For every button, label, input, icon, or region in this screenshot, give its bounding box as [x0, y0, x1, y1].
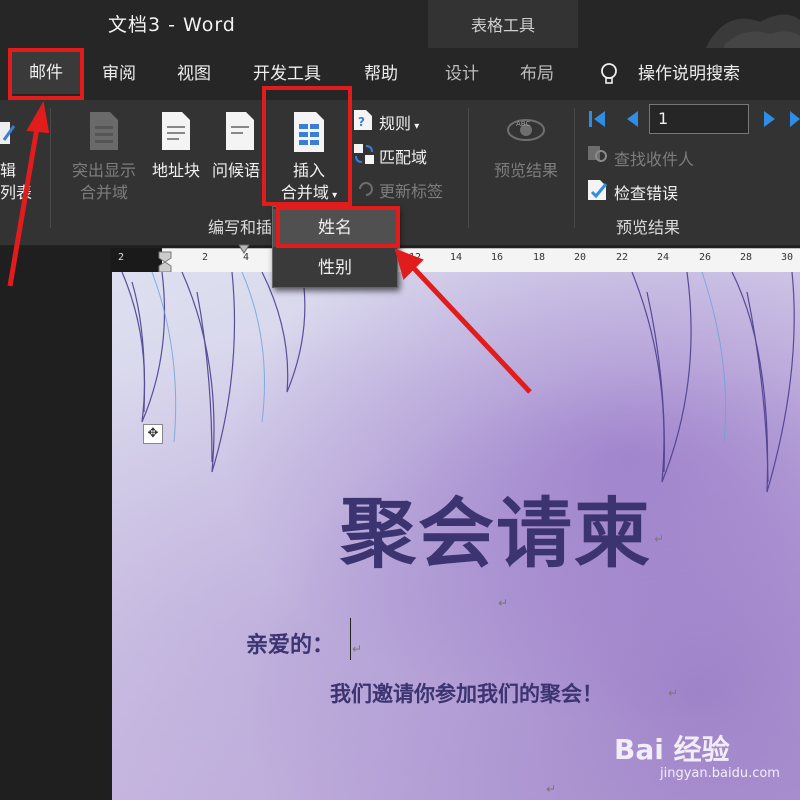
watermark-url: jingyan.baidu.com	[660, 766, 780, 781]
rules-icon: ?	[354, 110, 372, 130]
tab-stop-icon[interactable]	[238, 244, 250, 254]
baidu-watermark: Bai 经验	[614, 733, 730, 766]
window-title: 文档3 - Word	[108, 14, 236, 36]
find-recipient-icon	[588, 146, 607, 162]
greeting-line-button[interactable]: 问候语	[212, 160, 268, 182]
find-recipient-button[interactable]: 查找收件人	[614, 146, 694, 170]
greeting-line-icon	[226, 112, 254, 150]
tab-view[interactable]: 视图	[177, 60, 211, 88]
ribbon-separator	[574, 108, 575, 228]
paragraph-mark: ↵	[546, 782, 557, 796]
tab-table-layout[interactable]: 布局	[520, 60, 554, 88]
tab-developer[interactable]: 开发工具	[253, 60, 321, 88]
edit-recipient-list-button[interactable]: 辑 列表	[0, 160, 40, 204]
ruler-tick: 22	[616, 252, 629, 263]
check-errors-button[interactable]: 检查错误	[614, 180, 678, 204]
paragraph-mark: ↵	[498, 596, 509, 610]
paragraph-mark: ↵	[654, 532, 665, 546]
highlight-box-name-item	[276, 206, 400, 248]
ruler-tick: 20	[574, 252, 587, 263]
invitation-text[interactable]: 我们邀请你参加我们的聚会！	[330, 678, 603, 708]
check-errors-icon	[588, 180, 608, 200]
write-insert-group-label: 编写和插	[208, 218, 273, 237]
address-block-button[interactable]: 地址块	[146, 160, 206, 182]
ruler-tick: 16	[491, 252, 504, 263]
table-move-handle[interactable]: ✥	[143, 424, 163, 444]
tell-me-search[interactable]: 操作说明搜索	[638, 60, 740, 88]
rules-button[interactable]: 规则 ▾	[379, 110, 419, 134]
ruler-tick: 30	[781, 252, 794, 263]
highlight-label-2: 合并域	[79, 183, 128, 202]
update-labels-icon	[359, 182, 373, 196]
paragraph-mark: ↵	[352, 642, 363, 656]
dropdown-item-gender[interactable]: 性别	[273, 249, 397, 287]
previous-record-icon[interactable]	[622, 108, 642, 130]
text-cursor	[350, 618, 351, 660]
match-fields-button[interactable]: 匹配域	[379, 144, 427, 168]
tab-help[interactable]: 帮助	[364, 60, 398, 88]
ruler-tick: 14	[450, 252, 463, 263]
tab-table-design[interactable]: 设计	[445, 60, 479, 88]
first-record-icon[interactable]	[586, 108, 608, 130]
highlight-box-mail-tab	[8, 48, 84, 100]
highlight-box-insert-field	[262, 86, 352, 206]
record-number-input[interactable]: 1	[649, 104, 749, 134]
edit-list-label-2: 列表	[0, 183, 33, 202]
rules-label: 规则	[379, 114, 412, 133]
ribbon-separator	[468, 108, 469, 228]
table-tools-header: 表格工具	[470, 16, 535, 35]
ribbon-separator	[50, 108, 51, 228]
highlight-merge-fields-button[interactable]: 突出显示 合并域	[64, 160, 144, 204]
invitation-heading[interactable]: 聚会请柬	[340, 472, 652, 582]
edit-list-icon	[0, 122, 16, 144]
salutation-text[interactable]: 亲爱的：	[246, 627, 334, 659]
ruler-tick: 28	[740, 252, 753, 263]
address-block-icon	[162, 112, 190, 150]
dropdown-caret-icon: ▾	[411, 121, 420, 132]
next-record-icon[interactable]	[760, 108, 780, 130]
svg-text:ABC: ABC	[516, 120, 530, 128]
match-fields-icon	[354, 144, 374, 164]
tab-review[interactable]: 审阅	[102, 60, 136, 88]
preview-results-button[interactable]: 预览结果	[486, 160, 566, 182]
highlight-fields-icon	[90, 112, 118, 150]
ruler-tick: 26	[699, 252, 712, 263]
update-labels-button[interactable]: 更新标签	[379, 178, 443, 202]
ruler-tick: 12	[409, 252, 422, 263]
ruler-tick: 2	[118, 252, 125, 263]
edit-list-label-1: 辑	[0, 161, 17, 180]
ruler-tick: 24	[657, 252, 670, 263]
ruler-tick: 18	[533, 252, 546, 263]
preview-group-label: 预览结果	[616, 218, 681, 237]
paragraph-mark: ↵	[668, 686, 679, 700]
ruler-tick: 2	[202, 252, 209, 263]
highlight-label-1: 突出显示	[71, 161, 136, 180]
preview-results-icon: ABC	[507, 119, 545, 141]
last-record-icon[interactable]	[788, 108, 800, 130]
lightbulb-icon	[601, 63, 617, 84]
svg-text:?: ?	[358, 115, 365, 129]
